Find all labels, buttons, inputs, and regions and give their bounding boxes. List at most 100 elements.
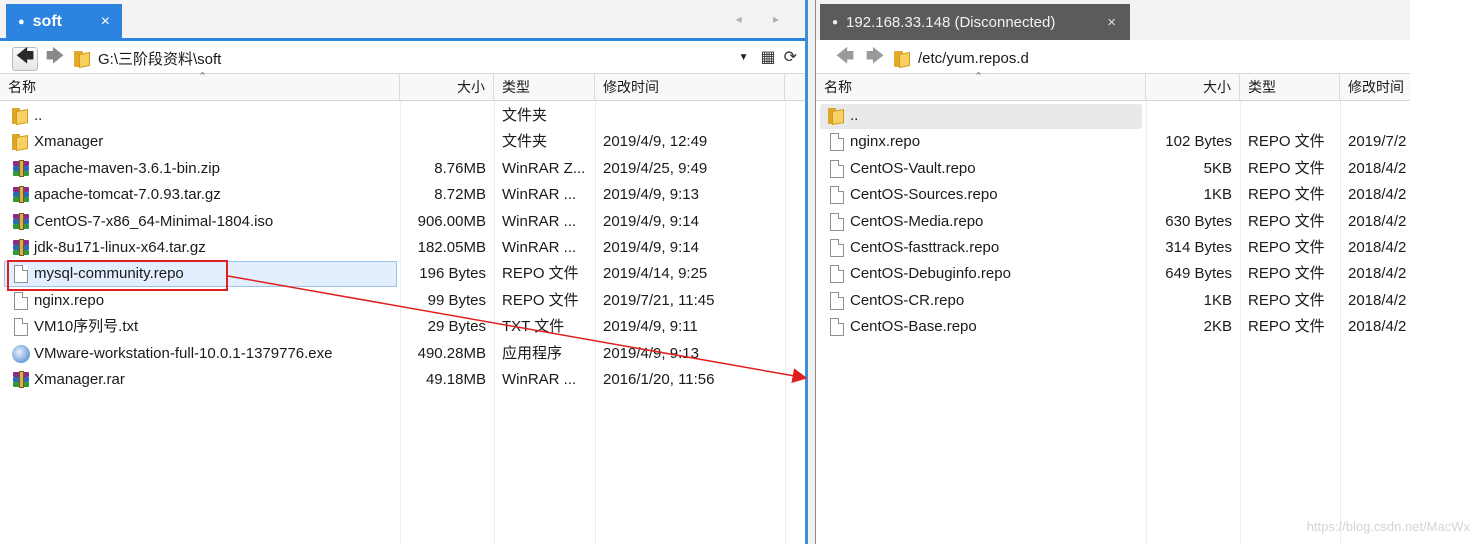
- remote-file-pane: ● 192.168.33.148 (Disconnected) × 🡄 🡆 /e…: [815, 0, 1410, 544]
- file-name: CentOS-Base.repo: [850, 318, 977, 336]
- file-modified: 2019/7/21, 11:45: [603, 291, 715, 309]
- file-row[interactable]: CentOS-fasttrack.repo 314 Bytes REPO 文件 201…: [816, 235, 1410, 261]
- file-row[interactable]: apache-maven-3.6.1-bin.zip 8.76MB WinRAR Z…: [0, 156, 805, 182]
- file-modified: [1340, 103, 1410, 129]
- file-modified: 2016/1/20, 11:56: [603, 371, 715, 388]
- watermark: https://blog.csdn.net/MacWx: [1306, 519, 1470, 534]
- file-modified: 2019/4/9, 9:14: [603, 239, 699, 256]
- file-name: Xmanager.rar: [34, 371, 125, 388]
- file-modified: 2018/4/2: [1348, 159, 1407, 177]
- file-modified: 2019/4/9, 9:14: [603, 212, 699, 230]
- highlight-box: [7, 260, 228, 291]
- file-size: [400, 103, 494, 129]
- file-name: CentOS-7-x86_64-Minimal-1804.iso: [34, 212, 274, 230]
- column-type[interactable]: 类型: [494, 74, 595, 101]
- file-size: [400, 129, 494, 155]
- file-type: REPO 文件: [1248, 159, 1325, 177]
- file-name: apache-tomcat-7.0.93.tar.gz: [34, 186, 221, 204]
- file-modified: [595, 103, 785, 129]
- file-modified: 2018/4/2: [1348, 212, 1407, 230]
- file-type: REPO 文件: [1248, 291, 1325, 309]
- file-name: Xmanager: [34, 133, 104, 151]
- file-modified: 2019/4/25, 9:49: [603, 159, 708, 177]
- file-size: 490.28MB: [417, 344, 486, 362]
- file-name: apache-maven-3.6.1-bin.zip: [34, 159, 220, 177]
- file-type: WinRAR ...: [502, 212, 577, 230]
- file-name: CentOS-fasttrack.repo: [850, 239, 1000, 256]
- file-type: 文件夹: [502, 133, 548, 151]
- column-modified[interactable]: 修改时间: [1340, 74, 1410, 101]
- file-modified: 2018/4/2: [1348, 318, 1407, 336]
- column-size[interactable]: 大小: [400, 74, 494, 101]
- file-type: REPO 文件: [1248, 212, 1325, 230]
- file-row[interactable]: CentOS-Debuginfo.repo 649 Bytes REPO 文件 201…: [816, 261, 1410, 287]
- sort-ascending-icon: ⌃: [198, 71, 208, 83]
- file-row[interactable]: nginx.repo 102 Bytes REPO 文件 2019/7/2: [816, 129, 1410, 155]
- forward-button[interactable]: 🡆: [42, 46, 68, 71]
- file-modified: 2019/4/9, 12:49: [603, 133, 708, 151]
- back-button[interactable]: 🡄: [832, 46, 858, 71]
- tab-local-soft[interactable]: ● soft ×: [6, 4, 122, 40]
- file-row[interactable]: nginx.repo 99 Bytes REPO 文件 2019/7/21, 11:4…: [0, 288, 805, 314]
- column-type[interactable]: 类型: [1240, 74, 1340, 101]
- file-name: CentOS-Sources.repo: [850, 186, 998, 204]
- file-size: 630 Bytes: [1165, 212, 1232, 230]
- file-row[interactable]: VMware-workstation-full-10.0.1-1379776.e…: [0, 341, 805, 367]
- new-folder-icon[interactable]: ▦: [760, 47, 775, 67]
- file-row[interactable]: CentOS-Base.repo 2KB REPO 文件 2018/4/2: [816, 314, 1410, 340]
- file-size: 906.00MB: [417, 212, 486, 230]
- tab-remote-session[interactable]: ● 192.168.33.148 (Disconnected) ×: [820, 4, 1130, 40]
- file-type: REPO 文件: [1248, 239, 1325, 256]
- file-size: 49.18MB: [425, 371, 486, 388]
- file-size: 99 Bytes: [427, 291, 486, 309]
- file-row[interactable]: CentOS-Sources.repo 1KB REPO 文件 2018/4/2: [816, 182, 1410, 208]
- file-name: CentOS-Media.repo: [850, 212, 984, 230]
- file-size: 182.05MB: [417, 239, 486, 256]
- pane-splitter[interactable]: [808, 0, 815, 544]
- column-modified[interactable]: 修改时间: [595, 74, 785, 101]
- file-row[interactable]: ..: [816, 103, 1410, 129]
- file-row[interactable]: jdk-8u171-linux-x64.tar.gz 182.05MB WinRAR…: [0, 235, 805, 261]
- file-row[interactable]: CentOS-7-x86_64-Minimal-1804.iso 906.00MB…: [0, 209, 805, 235]
- file-modified: 2019/4/9, 9:13: [603, 344, 699, 362]
- file-row[interactable]: CentOS-CR.repo 1KB REPO 文件 2018/4/2: [816, 288, 1410, 314]
- file-modified: 2019/4/9, 9:11: [603, 318, 698, 336]
- file-type: TXT 文件: [502, 318, 565, 336]
- file-type: [1240, 103, 1340, 129]
- file-size: 314 Bytes: [1165, 239, 1232, 256]
- tab-close-icon[interactable]: ×: [1107, 14, 1116, 31]
- path-input[interactable]: G:\三阶段资料\soft: [98, 48, 221, 69]
- file-row[interactable]: .. 文件夹: [0, 103, 805, 129]
- active-pane-indicator: [0, 38, 805, 41]
- tab-close-icon[interactable]: ×: [101, 13, 110, 31]
- file-modified: 2018/4/2: [1348, 291, 1407, 309]
- file-modified: 2019/4/9, 9:13: [603, 186, 699, 204]
- file-type: 文件夹: [502, 107, 548, 124]
- file-row[interactable]: CentOS-Media.repo 630 Bytes REPO 文件 2018/4/…: [816, 209, 1410, 235]
- file-modified: 2018/4/2: [1348, 186, 1407, 204]
- file-row[interactable]: apache-tomcat-7.0.93.tar.gz 8.72MB WinRAR …: [0, 182, 805, 208]
- right-address-bar: 🡄 🡆 /etc/yum.repos.d: [816, 44, 1410, 74]
- left-tab-bar: ● soft × ◂ ▸: [0, 0, 805, 40]
- file-row[interactable]: VM10序列号.txt 29 Bytes TXT 文件 2019/4/9, 9:11: [0, 314, 805, 340]
- file-row[interactable]: Xmanager.rar 49.18MB WinRAR ... 2016/1/20, …: [0, 367, 805, 393]
- tab-scroll-arrows-icon[interactable]: ◂ ▸: [736, 12, 793, 26]
- sort-ascending-icon: ⌃: [974, 71, 984, 83]
- file-row[interactable]: Xmanager 文件夹 2019/4/9, 12:49: [0, 129, 805, 155]
- file-name: CentOS-CR.repo: [850, 291, 965, 309]
- back-button[interactable]: 🡄: [12, 46, 38, 71]
- file-type: WinRAR ...: [502, 371, 577, 388]
- column-size[interactable]: 大小: [1146, 74, 1240, 101]
- path-input[interactable]: /etc/yum.repos.d: [918, 50, 1029, 67]
- file-row[interactable]: CentOS-Vault.repo 5KB REPO 文件 2018/4/2: [816, 156, 1410, 182]
- forward-button[interactable]: 🡆: [862, 46, 888, 71]
- file-modified: 2018/4/2: [1348, 265, 1407, 283]
- path-dropdown-icon[interactable]: ▼: [739, 52, 749, 63]
- file-name: ..: [850, 107, 859, 124]
- tab-label: soft: [32, 13, 62, 30]
- file-name: jdk-8u171-linux-x64.tar.gz: [34, 239, 206, 256]
- file-type: REPO 文件: [1248, 133, 1325, 151]
- file-modified: 2019/4/14, 9:25: [603, 265, 708, 283]
- refresh-icon[interactable]: ⟳: [784, 47, 797, 67]
- file-size: 1KB: [1203, 291, 1232, 309]
